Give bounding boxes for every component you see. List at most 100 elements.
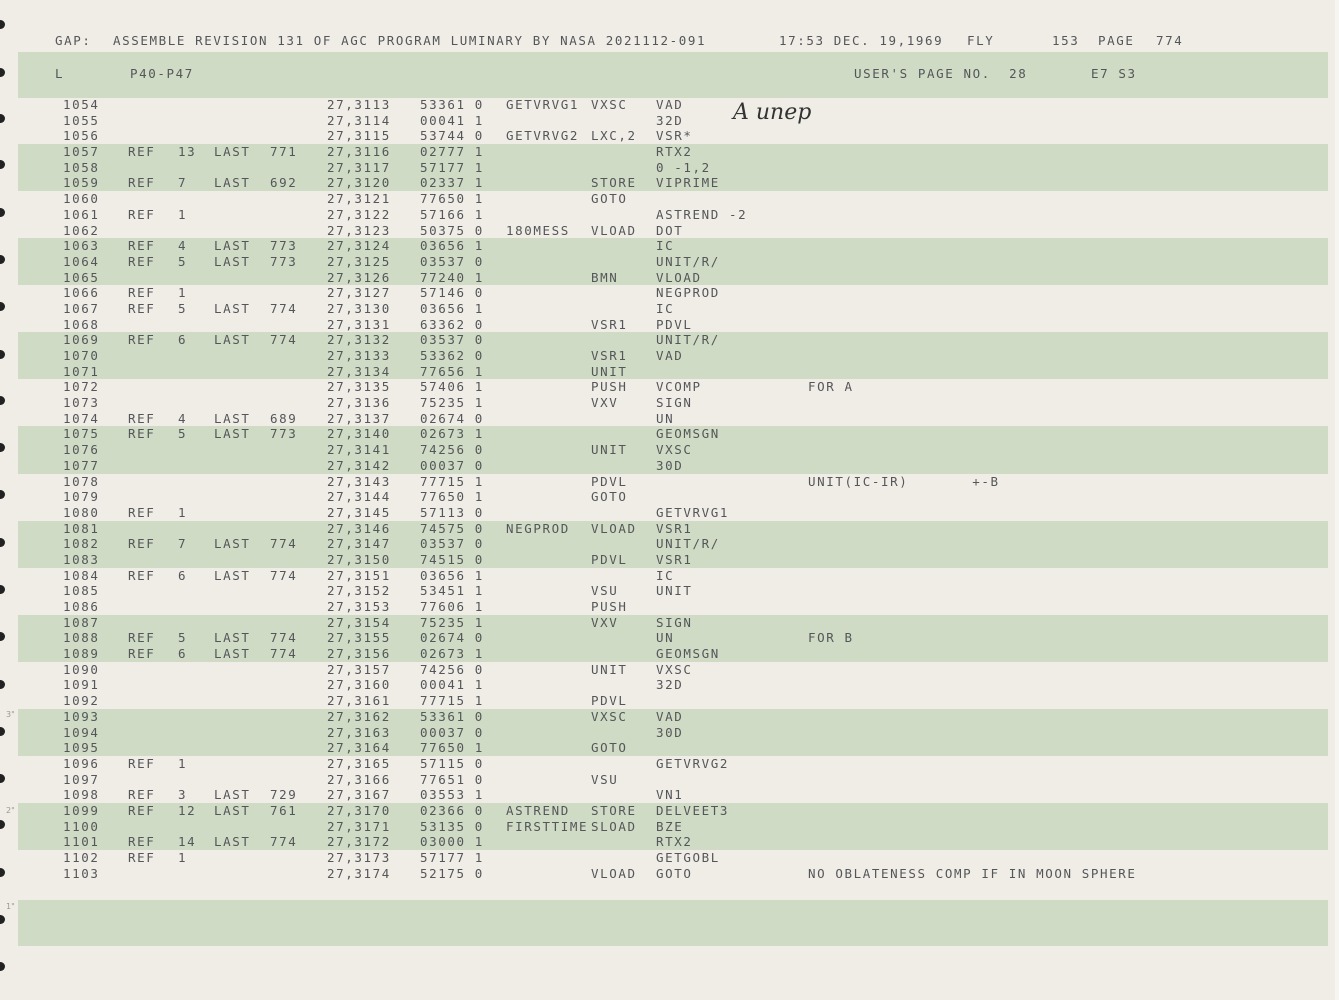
ref-label: REF (128, 630, 156, 646)
listing-row: 1083 27,3150 74515 0 PDVL VSR1 (18, 551, 1328, 568)
operand: 30D (656, 724, 684, 740)
octal-word: 74515 0 (420, 551, 484, 567)
gap-label: GAP: (55, 33, 92, 48)
code-listing: 1054 27,3113 53361 0 GETVRVG1 VXSC VAD 1055 27,… (0, 97, 1339, 881)
line-number: 1080 (63, 504, 100, 520)
ref-number: 6 (178, 332, 188, 348)
address: 27,3114 (327, 112, 391, 128)
last-label: LAST (214, 802, 251, 818)
listing-row: 1082 REF 7 LAST 774 27,3147 03537 0 UNIT/R/ (18, 536, 1328, 552)
octal-word: 03656 1 (420, 300, 484, 316)
line-number: 1056 (63, 128, 100, 144)
operand: NEGPROD (656, 285, 720, 301)
operand: RTX2 (656, 834, 693, 850)
octal-word: 77606 1 (420, 599, 484, 614)
listing-row: 1056 27,3115 53744 0 GETVRVG2 LXC,2 VSR* (0, 128, 1339, 144)
operand: UNIT/R/ (656, 332, 720, 348)
operand: UNIT (656, 583, 693, 599)
listing-row: 1070 27,3133 53362 0 VSR1 VAD (18, 348, 1328, 364)
line-number: 1073 (63, 395, 100, 411)
label-field: ASTREND (506, 802, 570, 818)
ref-label: REF (128, 834, 156, 850)
line-number: 1054 (63, 97, 100, 112)
opcode: VXV (591, 614, 619, 630)
octal-word: 57406 1 (420, 379, 484, 395)
line-number: 1064 (63, 253, 100, 269)
operand: BZE (656, 818, 684, 834)
printout-header: GAP: ASSEMBLE REVISION 131 OF AGC PROGRA… (55, 33, 1305, 49)
address: 27,3150 (327, 551, 391, 567)
address: 27,3174 (327, 865, 391, 881)
operand: GETGOBL (656, 850, 720, 865)
operand: PDVL (656, 316, 693, 332)
ref-label: REF (128, 206, 156, 222)
margin-mark: 1" (6, 902, 15, 911)
address: 27,3126 (327, 269, 391, 285)
ref-number: 7 (178, 536, 188, 552)
line-number: 1072 (63, 379, 100, 395)
opcode: VLOAD (591, 222, 637, 238)
octal-word: 52175 0 (420, 865, 484, 881)
operand: VXSC (656, 442, 693, 458)
line-number: 1081 (63, 520, 100, 536)
listing-row: 1101 REF 14 LAST 774 27,3172 03000 1 RTX2 (18, 834, 1328, 850)
address: 27,3153 (327, 599, 391, 614)
listing-row: 1081 27,3146 74575 0 NEGPROD VLOAD VSR1 (18, 520, 1328, 537)
ref-label: REF (128, 755, 156, 771)
last-number: 761 (270, 802, 298, 818)
line-number: 1086 (63, 599, 100, 614)
octal-word: 57115 0 (420, 755, 484, 771)
ref-label: REF (128, 410, 156, 426)
line-number: 1065 (63, 269, 100, 285)
ref-number: 5 (178, 426, 188, 442)
listing-row: 1071 27,3134 77656 1 UNIT (18, 363, 1328, 380)
address: 27,3140 (327, 426, 391, 442)
octal-word: 75235 1 (420, 614, 484, 630)
fly-label: FLY (967, 33, 995, 48)
address: 27,3113 (327, 97, 391, 112)
octal-word: 57177 1 (420, 850, 484, 865)
octal-word: 02337 1 (420, 175, 484, 191)
listing-row: 1076 27,3141 74256 0 UNIT VXSC (18, 442, 1328, 458)
comment: FOR A (808, 379, 854, 395)
listing-row: 1055 27,3114 00041 1 32D (0, 113, 1339, 129)
ref-label: REF (128, 332, 156, 348)
octal-word: 50375 0 (420, 222, 484, 238)
listing-row: 1091 27,3160 00041 1 32D (0, 677, 1339, 693)
listing-row: 1069 REF 6 LAST 774 27,3132 03537 0 UNIT/R/ (18, 332, 1328, 348)
label-field: 180MESS (506, 222, 570, 238)
ref-number: 5 (178, 300, 188, 316)
last-label: LAST (214, 567, 251, 583)
assemble-title: ASSEMBLE REVISION 131 OF AGC PROGRAM LUM… (113, 33, 707, 48)
operand: ASTREND -2 (656, 206, 748, 222)
address: 27,3115 (327, 128, 391, 144)
ref-label: REF (128, 426, 156, 442)
listing-row: 1084 REF 6 LAST 774 27,3151 03656 1 IC (0, 568, 1339, 584)
operand: UN (656, 410, 675, 426)
footer-band (18, 900, 1328, 946)
address: 27,3144 (327, 489, 391, 505)
last-label: LAST (214, 426, 251, 442)
ref-label: REF (128, 504, 156, 520)
listing-row: 1089 REF 6 LAST 774 27,3156 02673 1 GEOMSGN (18, 646, 1328, 662)
address: 27,3164 (327, 740, 391, 756)
line-number: 1088 (63, 630, 100, 646)
address: 27,3133 (327, 348, 391, 363)
listing-row: 1075 REF 5 LAST 773 27,3140 02673 1 GEOMSGN (18, 426, 1328, 443)
listing-row: 1054 27,3113 53361 0 GETVRVG1 VXSC VAD (0, 97, 1339, 113)
line-number: 1099 (63, 802, 100, 818)
ref-number: 6 (178, 567, 188, 583)
octal-word: 77650 1 (420, 740, 484, 756)
listing-row: 1087 27,3154 75235 1 VXV SIGN (18, 614, 1328, 631)
operand: VSR* (656, 128, 693, 144)
opcode: STORE (591, 175, 637, 191)
ref-label: REF (128, 253, 156, 269)
sheet-number: 153 (1052, 33, 1080, 48)
last-label: LAST (214, 646, 251, 662)
address: 27,3165 (327, 755, 391, 771)
ref-number: 3 (178, 787, 188, 803)
address: 27,3134 (327, 363, 391, 379)
listing-row: 1092 27,3161 77715 1 PDVL (0, 693, 1339, 709)
listing-row: 1103 27,3174 52175 0 VLOAD GOTO NO OBLATENESS… (0, 866, 1339, 882)
address: 27,3132 (327, 332, 391, 348)
